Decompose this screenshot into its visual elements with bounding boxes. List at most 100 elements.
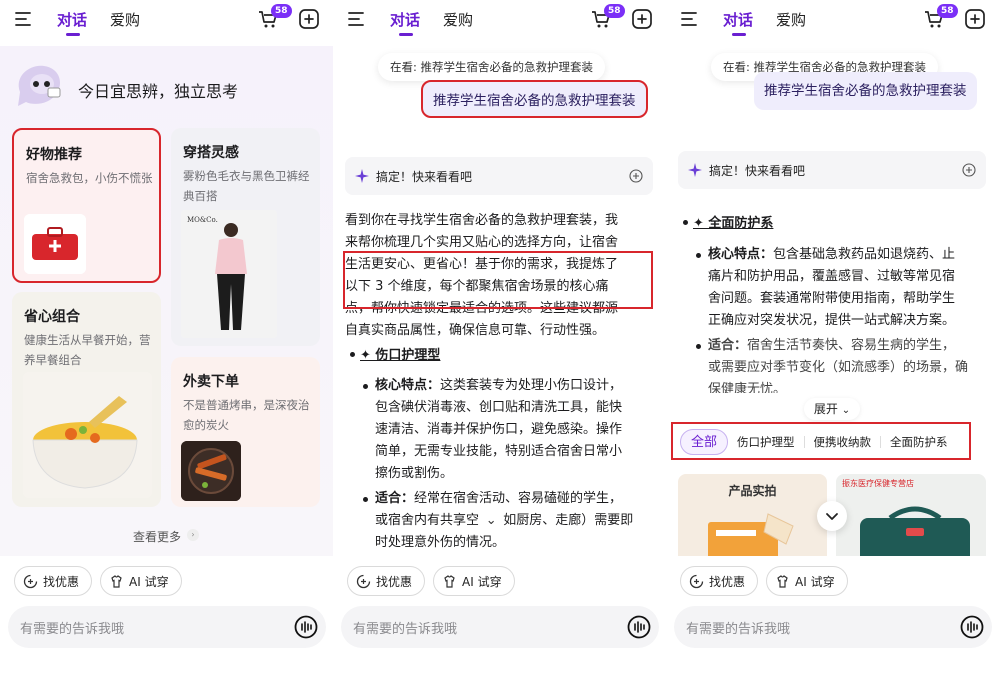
- viewing-topic-pill[interactable]: 在看: 推荐学生宿舍必备的急救护理套装: [378, 53, 606, 81]
- outfit-model-image: MO&Co.: [181, 210, 277, 338]
- ai-tryon-chip-label: AI 试穿: [462, 574, 502, 589]
- tab-chat[interactable]: 对话: [390, 9, 420, 30]
- section-title-full-protection: ✦ 全面防护系: [693, 216, 774, 231]
- ai-tryon-chip-label: AI 试穿: [795, 574, 835, 589]
- add-circle-icon[interactable]: [962, 163, 976, 177]
- section-title-wound-care: ✦ 伤口护理型: [360, 348, 441, 363]
- card-title: 外卖下单: [183, 374, 239, 390]
- product-bag-image: [860, 506, 970, 564]
- user-message-bubble: 推荐学生宿舍必备的急救护理套装: [754, 72, 977, 110]
- card-recommend[interactable]: 好物推荐 宿舍急救包，小伤不慌张: [12, 128, 161, 283]
- answer-line: 看到你在寻找学生宿舍必备的急救护理套装，我: [345, 213, 619, 228]
- feature-text: 舍问题。套装通常附带使用指南，帮助学生: [708, 291, 956, 306]
- fit-block: 适合：经常在宿舍活动、容易磕碰的学生， 或宿舍内有共享空 ⌄ 如厨房、走廊）需要…: [375, 488, 660, 554]
- done-banner[interactable]: 搞定！快来看看吧: [678, 151, 986, 189]
- breakfast-bowl-image: [23, 372, 152, 498]
- fit-text: 或需要应对季节变化（如流感季）的场景，确: [708, 360, 969, 375]
- tab-chat[interactable]: 对话: [57, 9, 87, 30]
- card-subtitle: 不是普通烤串，是深夜治愈的炭火: [183, 398, 310, 432]
- top-bar: 对话 爱购 58: [666, 0, 999, 46]
- discount-chip[interactable]: 找优惠: [680, 566, 759, 596]
- filter-wound-care[interactable]: 伤口护理型: [730, 429, 802, 455]
- view-more-link[interactable]: 查看更多: [133, 528, 181, 545]
- message-input[interactable]: 有需要的告诉我哦: [674, 606, 992, 648]
- ai-tryon-chip[interactable]: AI 试穿: [766, 566, 848, 596]
- filter-all[interactable]: 全部: [680, 429, 729, 455]
- tryon-icon: [444, 574, 455, 588]
- feature-text: 速清洁、消毒并保护伤口，避免感染。操作: [375, 422, 623, 437]
- feature-text: 擦伤或割伤。: [375, 466, 454, 481]
- ai-tryon-chip-label: AI 试穿: [129, 574, 169, 589]
- fit-label: 适合：: [708, 338, 748, 353]
- card-title: 穿搭灵感: [183, 145, 239, 161]
- bullet-dot: [363, 497, 368, 502]
- chevron-right-icon: ›: [187, 529, 199, 541]
- discount-chip[interactable]: 找优惠: [347, 566, 426, 596]
- mascot-avatar-icon: [18, 65, 61, 106]
- discount-chip-label: 找优惠: [709, 574, 746, 589]
- chevron-down-icon[interactable]: ⌄: [483, 510, 499, 532]
- voice-icon[interactable]: [294, 615, 318, 639]
- tab-underline: [399, 33, 413, 36]
- done-text: 搞定！快来看看吧: [376, 170, 473, 184]
- fit-text: 或宿舍内有共享空: [375, 513, 480, 528]
- product-card[interactable]: 振东医疗保健专营店: [836, 474, 986, 564]
- menu-icon[interactable]: [14, 10, 34, 28]
- input-placeholder: 有需要的告诉我哦: [20, 622, 125, 637]
- coupon-icon: [356, 574, 371, 588]
- message-input[interactable]: 有需要的告诉我哦: [8, 606, 326, 648]
- tab-shop[interactable]: 爱购: [776, 9, 806, 30]
- feature-text: 包含基础急救药品如退烧药、止: [773, 247, 956, 262]
- bbq-skewers-image: [181, 441, 241, 501]
- feature-text: 痛片和防护用品，覆盖感冒、过敏等常见宿: [708, 269, 956, 284]
- top-bar: 对话 爱购 58: [0, 0, 333, 46]
- product-card[interactable]: 产品实拍: [678, 474, 827, 564]
- fit-text: 如厨房、走廊）需要即: [503, 513, 634, 528]
- new-chat-icon[interactable]: [964, 8, 986, 30]
- screen-home: 对话 爱购 58 今日宜思辨，独立思考 好物推荐 宿舍急救包，小伤不慌张 穿搭灵…: [0, 0, 333, 675]
- scroll-down-button[interactable]: [817, 501, 847, 531]
- voice-icon[interactable]: [627, 615, 651, 639]
- ai-tryon-chip[interactable]: AI 试穿: [100, 566, 182, 596]
- card-subtitle: 雾粉色毛衣与黑色卫裤经典百搭: [183, 169, 310, 203]
- bullet-dot: [683, 220, 688, 225]
- tab-underline: [66, 33, 80, 36]
- discount-chip[interactable]: 找优惠: [14, 566, 93, 596]
- card-takeout[interactable]: 外卖下单 不是普通烤串，是深夜治愈的炭火: [171, 357, 320, 507]
- input-placeholder: 有需要的告诉我哦: [686, 622, 791, 637]
- tab-shop[interactable]: 爱购: [110, 9, 140, 30]
- card-combo[interactable]: 省心组合 健康生活从早餐开始，营养早餐组合: [12, 292, 161, 507]
- add-circle-icon[interactable]: [629, 169, 643, 183]
- new-chat-icon[interactable]: [298, 8, 320, 30]
- message-input[interactable]: 有需要的告诉我哦: [341, 606, 659, 648]
- coupon-icon: [689, 574, 704, 588]
- product-store-tag: 振东医疗保健专营店: [842, 479, 914, 488]
- cart-badge: 58: [271, 4, 292, 18]
- chevron-down-icon: [826, 513, 838, 520]
- feature-block: 核心特点：包含基础急救药品如退烧药、止 痛片和防护用品，覆盖感冒、过敏等常见宿 …: [708, 244, 993, 332]
- menu-icon[interactable]: [347, 10, 367, 28]
- fit-text: 宿舍生活节奏快、容易生病的学生，: [747, 338, 956, 353]
- fit-text: 经常在宿舍活动、容易磕碰的学生，: [414, 491, 623, 506]
- card-title: 好物推荐: [26, 147, 82, 163]
- card-outfit[interactable]: 穿搭灵感 雾粉色毛衣与黑色卫裤经典百搭 MO&Co.: [171, 128, 320, 346]
- chevron-down-icon: ⌄: [841, 405, 851, 416]
- expand-button[interactable]: 展开 ⌄: [804, 398, 860, 420]
- filter-portable[interactable]: 便携收纳款: [807, 429, 879, 455]
- menu-icon[interactable]: [680, 10, 700, 28]
- done-banner[interactable]: 搞定！快来看看吧: [345, 157, 653, 195]
- top-bar: 对话 爱购 58: [333, 0, 666, 46]
- new-chat-icon[interactable]: [631, 8, 653, 30]
- highlight-box: [343, 251, 653, 309]
- done-text: 搞定！快来看看吧: [709, 164, 806, 178]
- filter-full-protection[interactable]: 全面防护系: [883, 429, 955, 455]
- ai-tryon-chip[interactable]: AI 试穿: [433, 566, 515, 596]
- tab-chat[interactable]: 对话: [723, 9, 753, 30]
- feature-text: 简单，无需专业技能，特别适合宿舍日常小: [375, 444, 623, 459]
- product-tag: 产品实拍: [728, 484, 777, 498]
- tab-shop[interactable]: 爱购: [443, 9, 473, 30]
- cart-badge: 58: [604, 4, 625, 18]
- tryon-icon: [777, 574, 788, 588]
- voice-icon[interactable]: [960, 615, 984, 639]
- fit-label: 适合：: [375, 491, 415, 506]
